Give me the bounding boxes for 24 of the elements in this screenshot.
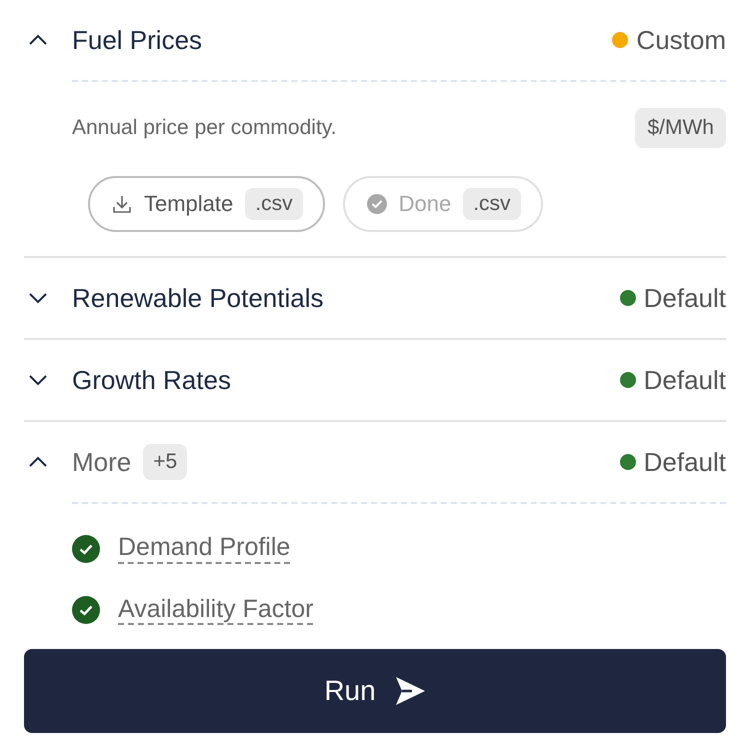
unit-badge: $/MWh <box>635 108 726 148</box>
section-description: Annual price per commodity. <box>72 116 337 140</box>
download-icon <box>112 194 132 214</box>
run-button[interactable]: Run <box>24 649 726 733</box>
chevron-icon[interactable] <box>28 374 48 386</box>
status-label: Custom <box>636 24 726 56</box>
template-button[interactable]: Template .csv <box>88 176 325 232</box>
section-title[interactable]: More <box>72 446 132 478</box>
file-extension-tag: .csv <box>245 188 303 220</box>
item-link[interactable]: Demand Profile <box>118 534 290 564</box>
chevron-icon[interactable] <box>28 456 48 468</box>
section-title[interactable]: Growth Rates <box>72 364 231 396</box>
count-badge: +5 <box>143 444 188 480</box>
status-label: Default <box>644 446 726 478</box>
section-title[interactable]: Fuel Prices <box>72 24 202 56</box>
status-label: Default <box>644 282 726 314</box>
status-label: Default <box>644 364 726 396</box>
send-icon <box>394 676 426 706</box>
section-title[interactable]: Renewable Potentials <box>72 282 324 314</box>
item-link[interactable]: Availability Factor <box>118 596 314 625</box>
chevron-icon[interactable] <box>28 292 48 304</box>
check-circle-icon <box>366 194 387 214</box>
chevron-icon[interactable] <box>28 34 48 46</box>
file-extension-tag: .csv <box>463 188 521 220</box>
